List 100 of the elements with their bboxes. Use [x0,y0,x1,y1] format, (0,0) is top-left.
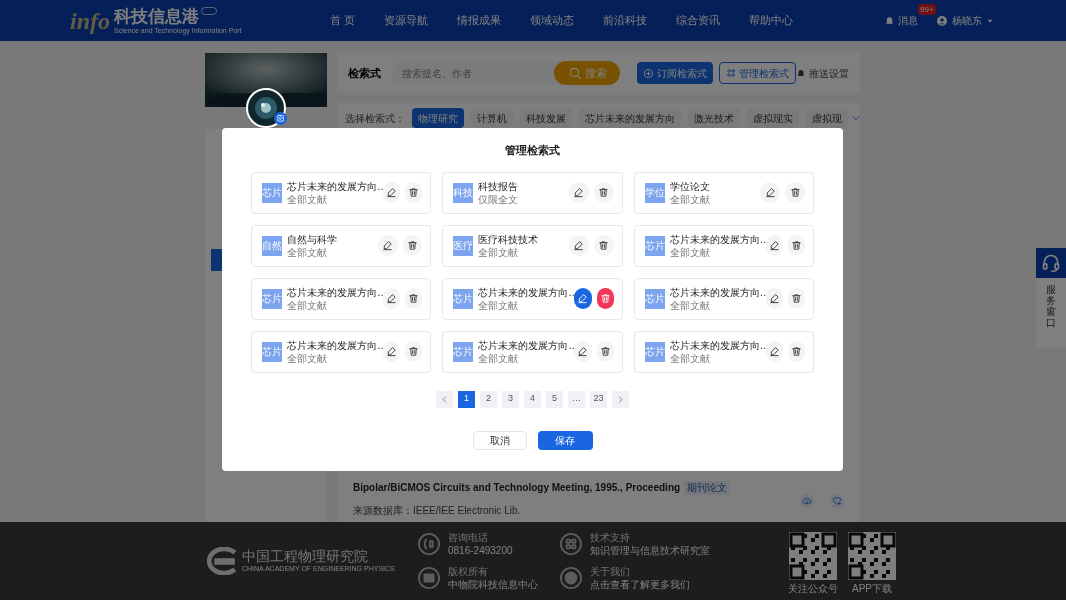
nav-link[interactable]: 领域动态 [530,12,575,29]
manage-button[interactable]: 管理检索式 [719,62,796,84]
page-button[interactable]: 23 [590,390,607,408]
edit-button[interactable] [574,341,592,362]
query-scope: 全部文献 [669,351,711,365]
plus-circle-icon [643,67,654,79]
query-name: 医疗科技技术 [478,232,540,246]
edit-button[interactable] [569,182,589,203]
delete-button[interactable] [787,341,805,362]
filter-tag[interactable]: 芯片未来的发展方向 [579,108,681,128]
delete-button[interactable] [596,341,614,362]
delete-button[interactable] [785,182,805,203]
page-button[interactable]: 1 [458,390,475,408]
delete-button[interactable] [405,182,423,203]
trash-icon [598,187,610,198]
query-badge: 自然 [262,235,282,256]
trash-icon [598,240,610,251]
result-title[interactable]: Bipolar/BiCMOS Circuits and Technology Meeting, 1995., Proceeding [353,480,681,495]
service-panel[interactable]: 服务窗口 [1036,248,1066,348]
filter-tag[interactable]: 物理研究 [412,108,464,128]
edit-button[interactable] [383,288,401,309]
filter-tag[interactable]: 科技发展 [520,108,572,128]
page-button[interactable]: … [568,390,585,408]
edit-button[interactable] [765,288,783,309]
query-badge: 科技 [453,182,474,203]
trash-icon [408,346,420,357]
query-name: 芯片未来的发展方向… [478,285,575,299]
edit-button[interactable] [569,235,589,256]
user-avatar-icon[interactable] [936,14,948,27]
delete-button[interactable] [596,288,614,309]
bell-icon[interactable] [884,15,895,26]
query-badge: 芯片 [644,288,665,309]
delete-button[interactable] [787,235,805,256]
trash-icon [408,187,420,198]
edit-button[interactable] [574,288,592,309]
messages-link[interactable]: 消息 [898,13,918,28]
pencil-icon [573,240,585,251]
query-scope: 全部文献 [478,351,520,365]
edit-button[interactable] [765,341,783,362]
edit-button[interactable] [760,182,781,203]
delete-button[interactable] [405,288,423,309]
nav-link[interactable]: 情报成果 [457,12,502,29]
contact-value[interactable]: 点击查看了解更多我们 [590,578,690,591]
query-badge: 学位 [644,182,665,203]
nav-link[interactable]: 首 页 [330,12,356,29]
trash-icon [408,293,420,304]
result-source: 来源数据库：IEEE/IEE Electronic Lib. [353,504,522,518]
push-settings-link[interactable]: 推送设置 [796,65,849,81]
query-name: 科技报告 [478,179,520,193]
delete-button[interactable] [593,182,614,203]
query-name: 自然与科学 [287,232,338,246]
edit-button[interactable] [765,235,783,256]
delete-button[interactable] [402,235,423,256]
query-scope: 全部文献 [287,298,328,312]
filter-tag[interactable]: 计算机 [471,108,513,128]
page-button[interactable]: 5 [546,390,563,408]
filter-tag[interactable]: 虚拟现 [806,108,848,128]
subscribe-button[interactable]: 订阅检索式 [637,62,713,84]
pencil-icon [768,293,780,304]
query-badge: 芯片 [262,182,282,203]
pencil-icon [382,240,394,251]
delete-button[interactable] [787,288,805,309]
nav-link[interactable]: 帮助中心 [749,12,794,29]
pencil-icon [577,293,589,304]
pencil-icon [768,240,780,251]
edit-button[interactable] [383,182,401,203]
pencil-icon [768,346,780,357]
query-name: 芯片未来的发展方向… [287,338,383,352]
query-name: 芯片未来的发展方向… [287,179,383,193]
query-name: 芯片未来的发展方向… [478,338,575,352]
pencil-icon [577,346,589,357]
edit-button[interactable] [383,341,401,362]
chevron-right-icon [616,394,625,404]
contact-label: 技术支持 [590,531,631,544]
cancel-button[interactable]: 取消 [472,430,527,450]
page-button[interactable]: 2 [480,390,497,408]
delete-button[interactable] [593,235,614,256]
filter-tag[interactable]: 激光技术 [688,108,740,128]
page-button[interactable]: 4 [524,390,541,408]
query-badge: 芯片 [262,341,282,362]
user-name[interactable]: 杨晓东 [952,13,982,28]
query-scope: 全部文献 [669,192,711,206]
query-badge: 医疗 [453,235,474,256]
query-name: 芯片未来的发展方向… [669,338,766,352]
bell-icon [796,68,806,78]
nav-link[interactable]: 资源导航 [384,12,429,29]
pencil-icon [386,293,398,304]
contact-value: 知识管理与信息技术研究室 [590,544,710,557]
filter-tag[interactable]: 虚拟现实 [747,108,799,128]
edit-button[interactable] [377,235,398,256]
pencil-icon [764,187,776,198]
query-name: 芯片未来的发展方向… [287,285,383,299]
delete-button[interactable] [405,341,423,362]
section-title: 检索式 [348,65,381,81]
nav-link[interactable]: 前沿科技 [603,12,648,29]
nav-link[interactable]: 综合资讯 [676,12,721,29]
notification-badge: 99+ [918,4,936,15]
page-button[interactable]: 3 [502,390,519,408]
save-button[interactable]: 保存 [537,430,593,450]
query-badge: 芯片 [644,341,665,362]
